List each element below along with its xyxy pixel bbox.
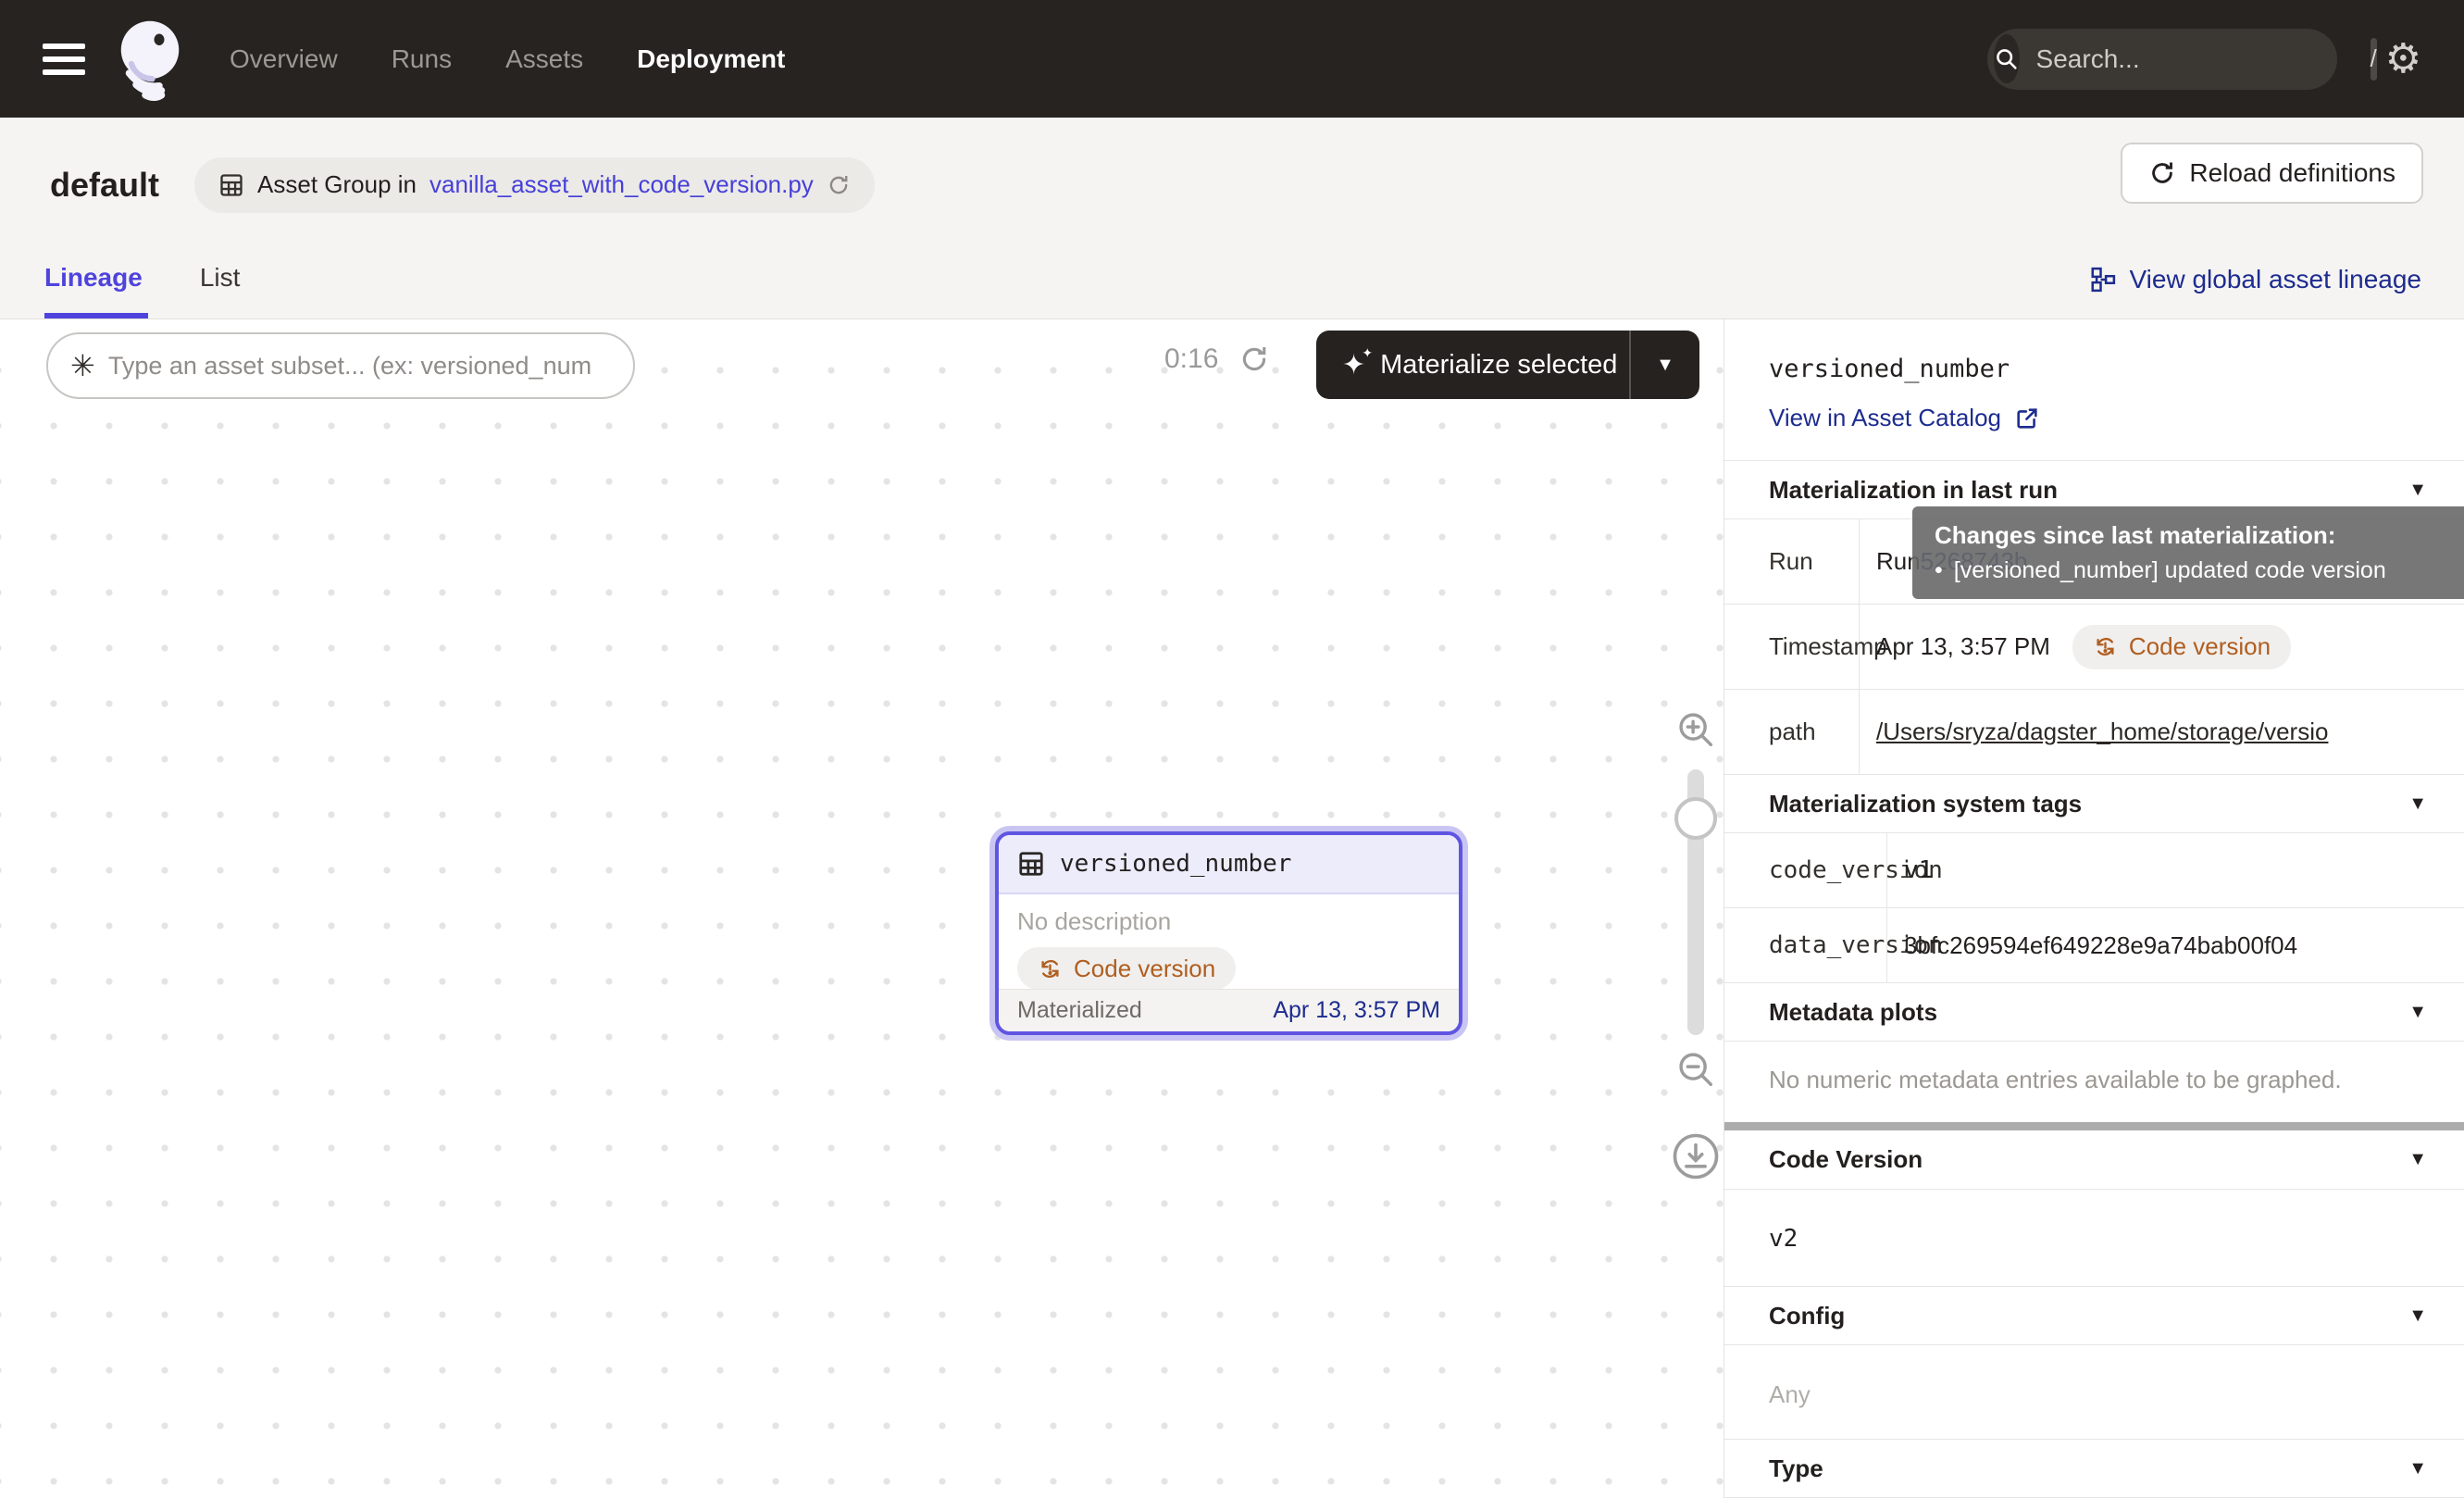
timestamp-label: Timestamp bbox=[1724, 605, 1860, 689]
asset-graph-canvas[interactable]: ✳ 0:16 ✦✦ Materialize selected ▼ version… bbox=[0, 319, 1724, 1498]
global-search[interactable]: / bbox=[1987, 29, 2337, 90]
view-global-asset-lineage-link[interactable]: View global asset lineage bbox=[2089, 265, 2421, 294]
top-nav: Overview Runs Assets Deployment / ⚙ bbox=[0, 0, 2464, 118]
caret-down-icon: ▼ bbox=[2408, 480, 2427, 501]
nav-item-assets[interactable]: Assets bbox=[505, 44, 583, 74]
asset-group-prefix: Asset Group in bbox=[257, 170, 417, 199]
global-lineage-label: View global asset lineage bbox=[2130, 265, 2421, 294]
page-header: default Asset Group in vanilla_asset_wit… bbox=[0, 118, 2464, 319]
asset-subset-filter[interactable]: ✳ bbox=[46, 332, 635, 399]
caret-down-icon: ▼ bbox=[2408, 1458, 2427, 1479]
code-version-tag-row: code_version v1 bbox=[1724, 832, 2464, 907]
node-title: versioned_number bbox=[1060, 850, 1291, 878]
tag-label: code_version bbox=[1724, 833, 1887, 907]
tab-lineage[interactable]: Lineage bbox=[44, 263, 143, 318]
menu-icon[interactable] bbox=[43, 44, 85, 75]
asset-subset-icon: ✳ bbox=[70, 351, 95, 381]
timestamp-row: Timestamp Apr 13, 3:57 PM Code version bbox=[1724, 604, 2464, 689]
materialize-label: Materialize selected bbox=[1380, 350, 1617, 381]
lineage-graph-icon bbox=[2089, 266, 2117, 293]
table-grid-icon bbox=[218, 172, 244, 198]
search-icon bbox=[1994, 34, 2020, 83]
section-title: Metadata plots bbox=[1769, 998, 1937, 1027]
path-value-link[interactable]: /Users/sryza/dagster_home/storage/versio bbox=[1876, 718, 2328, 746]
search-shortcut-key: / bbox=[2371, 38, 2377, 81]
section-materialization-system-tags[interactable]: Materialization system tags ▼ bbox=[1724, 774, 2464, 832]
caret-down-icon: ▼ bbox=[2408, 1149, 2427, 1170]
page-title: default bbox=[50, 166, 159, 205]
nav-item-runs[interactable]: Runs bbox=[392, 44, 452, 74]
asset-subset-input[interactable] bbox=[108, 352, 615, 381]
path-label: path bbox=[1724, 690, 1860, 774]
asset-details-panel: versioned_number View in Asset Catalog M… bbox=[1724, 319, 2464, 1498]
section-title: Materialization system tags bbox=[1769, 790, 2082, 818]
timestamp-value: Apr 13, 3:57 PM bbox=[1876, 632, 2050, 661]
node-materialized-label: Materialized bbox=[1017, 997, 1142, 1024]
tab-list[interactable]: List bbox=[200, 263, 241, 318]
panel-asset-title: versioned_number bbox=[1769, 355, 2420, 383]
table-grid-icon bbox=[1017, 850, 1045, 878]
zoom-slider-track[interactable] bbox=[1687, 769, 1704, 1035]
settings-gear-icon[interactable]: ⚙ bbox=[2385, 39, 2421, 80]
section-title: Type bbox=[1769, 1454, 1823, 1483]
nav-item-overview[interactable]: Overview bbox=[230, 44, 338, 74]
nav-item-deployment[interactable]: Deployment bbox=[637, 44, 785, 74]
zoom-in-icon[interactable] bbox=[1674, 708, 1717, 751]
refresh-graph-icon[interactable] bbox=[1238, 343, 1270, 375]
section-code-version[interactable]: Code Version ▼ bbox=[1724, 1130, 2464, 1189]
refresh-icon[interactable] bbox=[827, 173, 851, 197]
code-version-badge-label: Code version bbox=[2129, 632, 2271, 661]
node-description: No description bbox=[1017, 907, 1440, 936]
download-graph-icon[interactable] bbox=[1671, 1131, 1721, 1181]
catalog-link-label: View in Asset Catalog bbox=[1769, 404, 2001, 432]
external-link-icon bbox=[2014, 406, 2040, 431]
tag-value: 3bfc269594ef649228e9a74bab00f04 bbox=[1887, 908, 2464, 982]
nav-items: Overview Runs Assets Deployment bbox=[230, 44, 785, 74]
sparkle-icon: ✦✦ bbox=[1342, 349, 1365, 381]
dagster-logo-icon[interactable] bbox=[113, 17, 187, 102]
section-title: Code Version bbox=[1769, 1145, 1923, 1174]
materialize-dropdown-button[interactable]: ▼ bbox=[1631, 355, 1699, 376]
reload-icon bbox=[2148, 159, 2176, 187]
code-version-changed-icon bbox=[1038, 956, 1063, 981]
reload-definitions-button[interactable]: Reload definitions bbox=[2121, 143, 2423, 204]
reload-definitions-label: Reload definitions bbox=[2189, 158, 2396, 188]
caret-down-icon: ▼ bbox=[2408, 793, 2427, 815]
node-materialized-time[interactable]: Apr 13, 3:57 PM bbox=[1273, 997, 1440, 1024]
materialize-selected-button[interactable]: ✦✦ Materialize selected ▼ bbox=[1316, 331, 1699, 399]
code-version-changed-icon bbox=[2093, 634, 2118, 659]
section-metadata-plots[interactable]: Metadata plots ▼ bbox=[1724, 982, 2464, 1041]
asset-node-versioned-number[interactable]: versioned_number No description Code ver… bbox=[995, 831, 1462, 1035]
config-value: Any bbox=[1724, 1344, 2464, 1439]
zoom-slider-handle[interactable] bbox=[1674, 797, 1717, 840]
code-version-badge-label: Code version bbox=[1074, 955, 1215, 983]
search-input[interactable] bbox=[2036, 44, 2371, 74]
path-row: path /Users/sryza/dagster_home/storage/v… bbox=[1724, 689, 2464, 774]
metadata-plots-empty-message: No numeric metadata entries available to… bbox=[1724, 1041, 2464, 1122]
tag-label: data_version bbox=[1724, 908, 1887, 982]
tooltip-item: [versioned_number] updated code version bbox=[1954, 557, 2386, 584]
section-title: Materialization in last run bbox=[1769, 476, 2058, 505]
changes-since-materialization-tooltip: Changes since last materialization: • [ve… bbox=[1912, 506, 2464, 599]
bullet-icon: • bbox=[1935, 557, 1943, 584]
code-version-badge: Code version bbox=[1017, 947, 1236, 990]
refresh-timer: 0:16 bbox=[1164, 343, 1218, 375]
code-version-badge: Code version bbox=[2072, 625, 2291, 669]
asset-group-chip[interactable]: Asset Group in vanilla_asset_with_code_v… bbox=[194, 157, 875, 213]
zoom-out-icon[interactable] bbox=[1674, 1048, 1717, 1091]
caret-down-icon: ▼ bbox=[2408, 1305, 2427, 1327]
panel-splitter-handle[interactable] bbox=[1724, 1122, 2464, 1130]
asset-group-file-link[interactable]: vanilla_asset_with_code_version.py bbox=[429, 170, 814, 199]
section-title: Config bbox=[1769, 1302, 1845, 1330]
run-label: Run bbox=[1724, 519, 1860, 604]
caret-down-icon: ▼ bbox=[2408, 1002, 2427, 1023]
view-in-asset-catalog-link[interactable]: View in Asset Catalog bbox=[1769, 404, 2040, 432]
tooltip-title: Changes since last materialization: bbox=[1935, 521, 2442, 550]
zoom-controls bbox=[1672, 708, 1720, 1181]
code-version-value: v2 bbox=[1724, 1189, 2464, 1286]
section-type[interactable]: Type ▼ bbox=[1724, 1439, 2464, 1497]
data-version-tag-row: data_version 3bfc269594ef649228e9a74bab0… bbox=[1724, 907, 2464, 982]
tag-value: v1 bbox=[1887, 833, 2464, 907]
section-config[interactable]: Config ▼ bbox=[1724, 1286, 2464, 1344]
